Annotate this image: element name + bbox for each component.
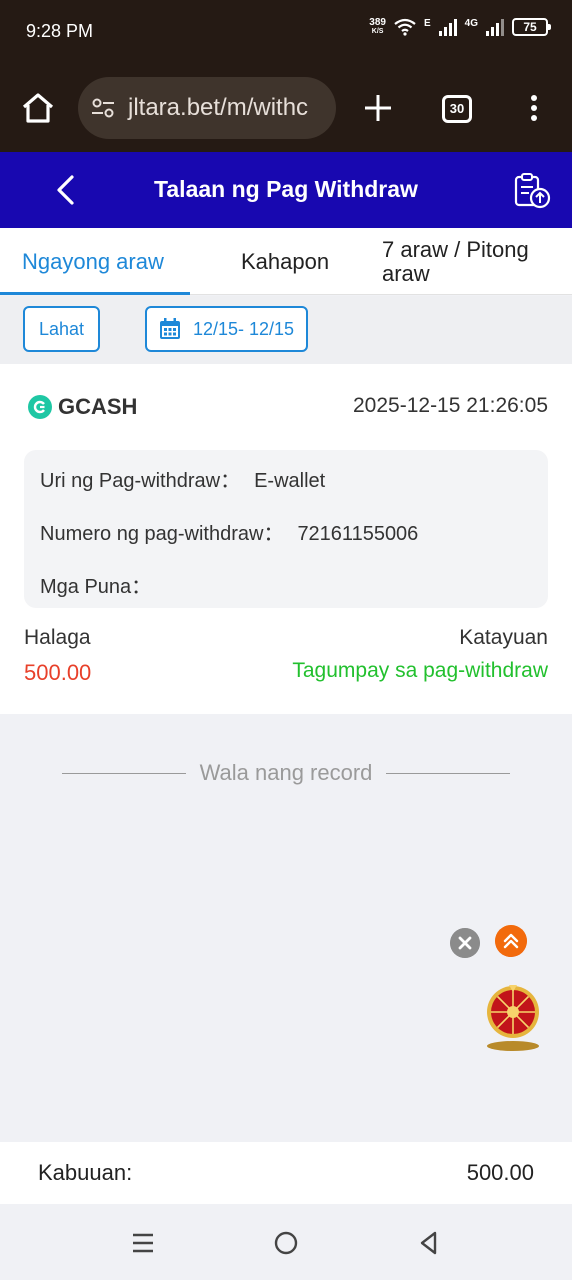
status-time: 9:28 PM xyxy=(26,21,94,41)
tab-yesterday[interactable]: Kahapon xyxy=(241,228,329,295)
status-icons: 389 K/S E 4G 75 xyxy=(369,18,551,36)
divider-line-left xyxy=(62,772,186,774)
status-bar: 9:28 PM 389 K/S E 4G 75 xyxy=(0,0,572,62)
net-speed-value: 389 xyxy=(369,17,386,28)
record-details: Uri ng Pag-withdraw： E-wallet Numero ng p… xyxy=(24,450,548,608)
back-triangle-icon[interactable] xyxy=(414,1228,444,1258)
withdraw-type-value: E-wallet xyxy=(254,470,326,492)
filter-bar: Lahat 12/15- 12/15 xyxy=(0,296,572,364)
amount-label: Halaga xyxy=(24,626,91,649)
status-label: Katayuan xyxy=(459,626,548,649)
withdraw-number-label: Numero ng pag-withdraw： xyxy=(40,523,284,545)
page-title: Talaan ng Pag Withdraw xyxy=(154,176,418,202)
withdraw-record-card[interactable]: GCASH 2025-12-15 21:26:05 Uri ng Pag-wit… xyxy=(0,364,572,714)
browser-toolbar: jltara.bet/m/withc 30 xyxy=(0,62,572,152)
amount-value: 500.00 xyxy=(24,660,92,685)
lucky-wheel-icon[interactable] xyxy=(484,984,542,1052)
payment-method: GCASH xyxy=(28,394,137,420)
remarks-label: Mga Puna： xyxy=(40,576,152,598)
tab-7-days[interactable]: 7 araw / Pitong araw xyxy=(382,228,552,295)
app-header: Talaan ng Pag Withdraw xyxy=(0,152,572,228)
close-icon[interactable] xyxy=(450,928,480,958)
payment-method-name: GCASH xyxy=(58,394,138,419)
record-datetime: 2025-12-15 21:26:05 xyxy=(353,394,548,417)
home-circle-icon[interactable] xyxy=(271,1228,301,1258)
signal-icon xyxy=(438,18,457,36)
withdraw-number-value: 72161155006 xyxy=(297,523,419,545)
home-icon[interactable] xyxy=(20,90,56,126)
record-upload-icon[interactable] xyxy=(512,172,552,210)
url-text[interactable]: jltara.bet/m/withc xyxy=(128,94,308,122)
scroll-top-icon[interactable] xyxy=(495,925,527,957)
withdraw-number-row: Numero ng pag-withdraw： 72161155006 xyxy=(40,517,418,546)
more-icon[interactable] xyxy=(522,92,546,124)
tune-icon[interactable] xyxy=(90,95,116,121)
no-more-records-text: Wala nang record xyxy=(199,760,373,785)
wifi-icon xyxy=(394,18,416,36)
withdraw-type-row: Uri ng Pag-withdraw： E-wallet xyxy=(40,464,325,493)
menu-icon[interactable] xyxy=(128,1228,158,1258)
withdraw-type-label: Uri ng Pag-withdraw： xyxy=(40,470,241,492)
net-speed-unit: K/S xyxy=(371,28,384,35)
system-nav-bar xyxy=(0,1204,572,1280)
date-range-text: 12/15- 12/15 xyxy=(192,318,295,339)
signal-4g-icon xyxy=(486,18,504,36)
plus-icon[interactable] xyxy=(362,92,394,124)
tabs-icon[interactable]: 30 xyxy=(442,95,472,123)
battery-icon: 75 xyxy=(512,18,551,36)
net-speed: 389 K/S xyxy=(369,18,386,36)
total-value: 500.00 xyxy=(466,1160,534,1185)
gcash-logo-icon xyxy=(28,395,52,419)
total-bar: Kabuuan: 500.00 xyxy=(0,1142,572,1204)
calendar-icon xyxy=(159,318,180,339)
remarks-row: Mga Puna： xyxy=(40,570,151,599)
filter-all-button[interactable]: Lahat xyxy=(23,306,100,352)
network-e-label: E xyxy=(423,18,431,29)
date-tabs: Ngayong araw Kahapon 7 araw / Pitong ara… xyxy=(0,228,572,295)
divider-line-right xyxy=(386,772,510,774)
status-value: Tagumpay sa pag-withdraw xyxy=(292,659,548,682)
url-bar[interactable]: jltara.bet/m/withc xyxy=(78,77,336,139)
list-end-divider: Wala nang record xyxy=(62,758,510,788)
network-4g-label: 4G xyxy=(464,18,478,29)
total-label: Kabuuan: xyxy=(38,1160,133,1185)
tab-today[interactable]: Ngayong araw xyxy=(22,228,164,295)
active-tab-indicator xyxy=(0,292,190,295)
date-range-button[interactable]: 12/15- 12/15 xyxy=(145,306,308,352)
